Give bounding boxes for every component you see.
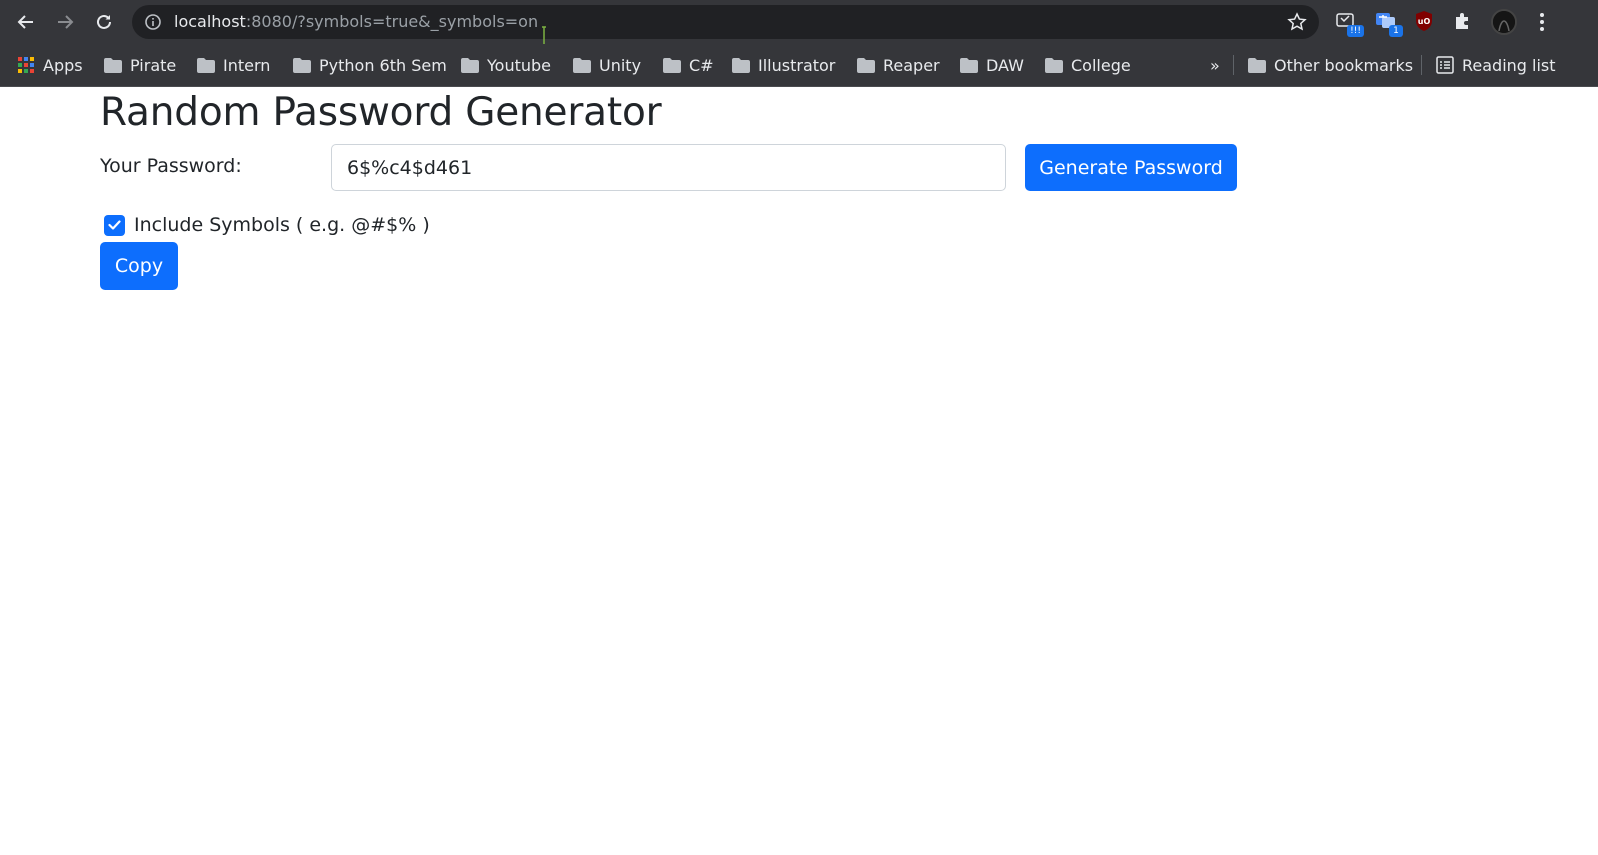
folder-icon [104, 57, 122, 73]
back-arrow-icon [17, 15, 33, 29]
bookmark-label: Other bookmarks [1274, 55, 1414, 75]
reload-icon [97, 14, 111, 29]
reading-list-icon [1436, 56, 1454, 74]
folder-icon [1045, 57, 1063, 73]
folder-icon [960, 57, 978, 73]
forward-button[interactable] [51, 8, 79, 36]
password-field[interactable] [331, 144, 1006, 191]
bookmark-folder-csharp[interactable]: C# [663, 52, 714, 78]
folder-icon [857, 57, 875, 73]
extension-translate[interactable]: 1 [1375, 10, 1403, 37]
bookmark-label: College [1071, 55, 1131, 75]
bookmark-folder-intern[interactable]: Intern [197, 52, 270, 78]
folder-icon [732, 57, 750, 73]
address-url[interactable]: localhost:8080/?symbols=true&_symbols=on [174, 12, 538, 32]
checkmark-icon [108, 220, 121, 230]
bookmark-folder-reaper[interactable]: Reaper [857, 52, 940, 78]
folder-icon [197, 57, 215, 73]
bookmark-folder-daw[interactable]: DAW [960, 52, 1024, 78]
profile-picture-icon [1493, 11, 1515, 33]
url-path: :8080/?symbols=true&_symbols=on [245, 12, 539, 31]
puzzle-piece-icon [1456, 13, 1468, 29]
copy-button[interactable]: Copy [100, 242, 178, 290]
ublock-shield-icon: uO [1416, 11, 1432, 31]
bookmark-label: Illustrator [758, 55, 836, 75]
bookmarks-divider [1421, 55, 1422, 75]
bookmark-folder-youtube[interactable]: Youtube [461, 52, 551, 78]
bookmark-star-icon[interactable] [1287, 12, 1307, 32]
bookmark-label: Reaper [883, 55, 940, 75]
bookmark-label: Unity [599, 55, 642, 75]
reload-button[interactable] [90, 8, 118, 36]
extensions-menu-button[interactable] [1452, 10, 1476, 34]
chevron-double-right-icon: » [1210, 55, 1220, 75]
extension-tab-manager[interactable]: !!! [1336, 10, 1364, 37]
bookmark-folder-pirate[interactable]: Pirate [104, 52, 176, 78]
bookmarks-bar: Apps Pirate Intern Python 6th Sem Youtub… [0, 44, 1598, 87]
include-symbols-option: Include Symbols ( e.g. @#$% ) [104, 214, 430, 236]
forward-arrow-icon [58, 15, 74, 29]
reading-list-button[interactable]: Reading list [1436, 52, 1556, 78]
include-symbols-checkbox[interactable] [104, 214, 125, 236]
url-host: localhost [174, 12, 246, 31]
apps-grid-icon [18, 57, 34, 73]
bookmark-label: Reading list [1462, 55, 1556, 75]
more-vert-icon [1540, 13, 1544, 31]
bookmark-folder-college[interactable]: College [1045, 52, 1131, 78]
back-button[interactable] [12, 8, 40, 36]
folder-icon [461, 57, 479, 73]
bookmark-folder-python[interactable]: Python 6th Sem [293, 52, 447, 78]
bookmarks-overflow-button[interactable]: » [1210, 52, 1220, 78]
extension-ublock[interactable]: uO [1414, 10, 1438, 34]
include-symbols-label[interactable]: Include Symbols ( e.g. @#$% ) [134, 214, 430, 236]
profile-avatar[interactable] [1491, 9, 1517, 35]
site-info-icon[interactable] [144, 13, 162, 31]
extension-badge: !!! [1347, 25, 1364, 37]
folder-icon [663, 57, 681, 73]
bookmark-label: Youtube [487, 55, 551, 75]
bookmark-label: C# [689, 55, 714, 75]
browser-toolbar: localhost:8080/?symbols=true&_symbols=on… [0, 0, 1598, 48]
page-content: Random Password Generator Your Password:… [0, 88, 1598, 855]
bookmark-folder-unity[interactable]: Unity [573, 52, 641, 78]
bookmark-label: Intern [223, 55, 271, 75]
bookmark-folder-illustrator[interactable]: Illustrator [732, 52, 835, 78]
bookmark-apps[interactable]: Apps [17, 52, 83, 78]
svg-text:uO: uO [1418, 17, 1431, 26]
page-title: Random Password Generator [100, 90, 662, 135]
password-label: Your Password: [100, 155, 242, 177]
bookmark-label: Apps [43, 55, 83, 75]
folder-icon [293, 57, 311, 73]
bookmark-label: Pirate [130, 55, 177, 75]
generate-password-button[interactable]: Generate Password [1025, 144, 1237, 191]
address-bar[interactable]: localhost:8080/?symbols=true&_symbols=on [132, 5, 1319, 48]
bookmark-label: Python 6th Sem [319, 55, 447, 75]
bookmark-label: DAW [986, 55, 1024, 75]
extension-badge: 1 [1389, 25, 1403, 37]
bookmarks-divider [1233, 55, 1234, 75]
folder-icon [1248, 57, 1266, 73]
browser-menu-button[interactable] [1533, 10, 1551, 34]
bookmark-other-bookmarks[interactable]: Other bookmarks [1248, 52, 1413, 78]
folder-icon [573, 57, 591, 73]
